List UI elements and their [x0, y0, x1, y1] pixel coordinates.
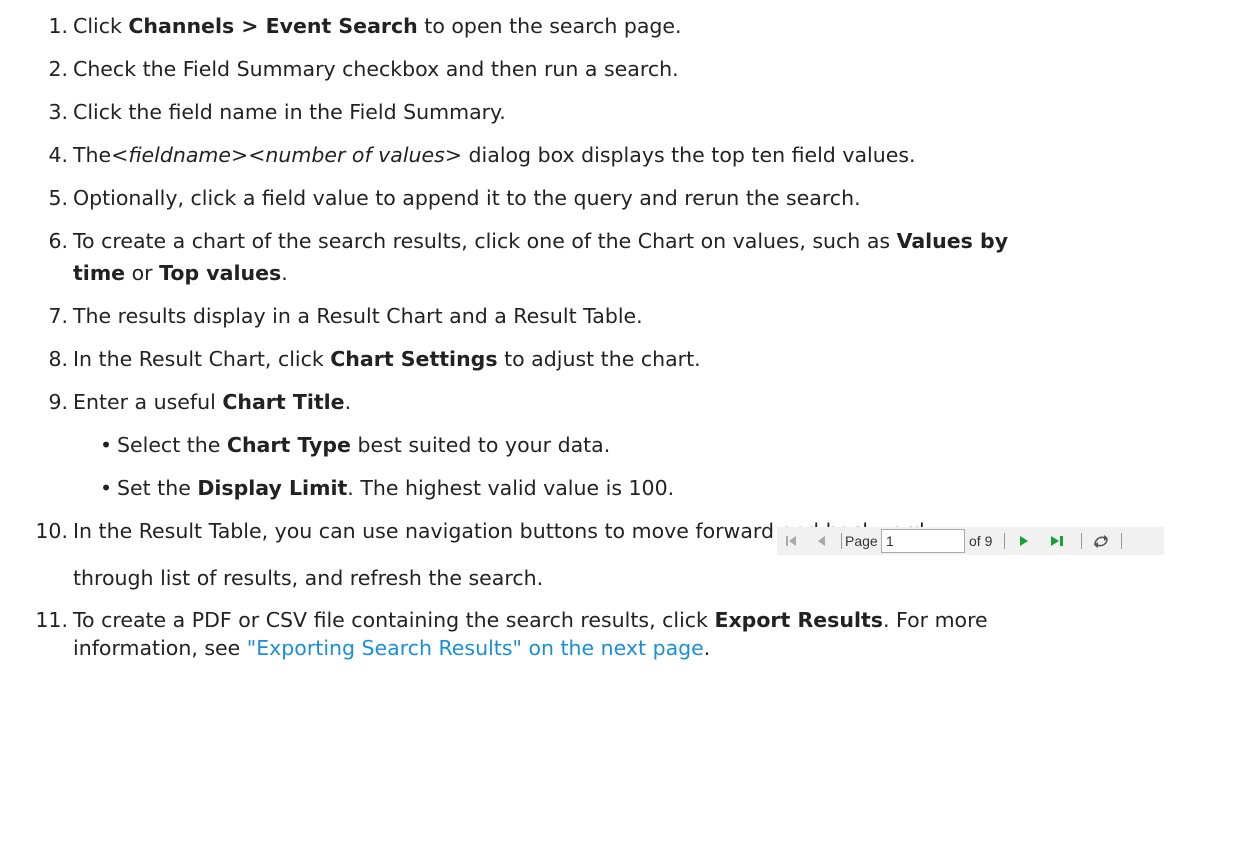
step-text: The results display in a Result Chart an…	[73, 304, 643, 328]
step-text: time or Top values.	[73, 261, 288, 285]
exporting-search-results-link[interactable]: "Exporting Search Results" on the next p…	[247, 636, 704, 660]
step-number: 2.	[48, 57, 68, 81]
bullet-text: Select the Chart Type best suited to you…	[117, 433, 611, 457]
step-text: To create a PDF or CSV file containing t…	[73, 608, 988, 632]
next-page-icon	[1020, 536, 1028, 546]
step-number: 5.	[48, 186, 68, 210]
toolbar-separator	[1081, 533, 1082, 549]
refresh-button[interactable]	[1091, 527, 1111, 564]
step-text: In the Result Chart, click Chart Setting…	[73, 347, 701, 371]
toolbar-separator	[1121, 533, 1122, 549]
next-page-button[interactable]	[1017, 527, 1031, 564]
previous-page-icon	[818, 536, 825, 546]
pager-toolbar: Page 1 of 9	[777, 527, 1164, 555]
first-page-button[interactable]	[783, 527, 799, 564]
step-number: 7.	[48, 304, 68, 328]
previous-page-button[interactable]	[815, 527, 829, 564]
step-number: 8.	[48, 347, 68, 371]
bullet-text: Set the Display Limit. The highest valid…	[117, 476, 675, 500]
page-label: Page	[845, 533, 878, 549]
step-number: 9.	[48, 390, 68, 414]
step-text: Click the field name in the Field Summar…	[73, 100, 506, 124]
step-number: 11.	[35, 608, 68, 632]
step-text: information, see "Exporting Search Resul…	[73, 636, 711, 660]
step-number: 1.	[48, 14, 68, 38]
step-number: 6.	[48, 229, 68, 253]
step-text: Optionally, click a field value to appen…	[73, 186, 861, 210]
step-text: Check the Field Summary checkbox and the…	[73, 57, 679, 81]
step-text: through list of results, and refresh the…	[73, 566, 544, 590]
of-pages-label: of 9	[969, 533, 993, 549]
refresh-icon	[1094, 535, 1108, 548]
bullet-icon: •	[100, 433, 113, 457]
step-text: To create a chart of the search results,…	[73, 229, 1009, 253]
page-number-input[interactable]: 1	[881, 529, 965, 553]
bullet-icon: •	[100, 476, 113, 500]
step-number: 3.	[48, 100, 68, 124]
step-number: 10.	[35, 519, 68, 543]
toolbar-separator	[841, 533, 842, 549]
first-page-icon	[786, 536, 796, 546]
last-page-button[interactable]	[1049, 527, 1067, 564]
step-text: The<fieldname><number of values> dialog …	[73, 143, 916, 167]
step-number: 4.	[48, 143, 68, 167]
toolbar-separator	[1004, 533, 1005, 549]
step-text: Enter a useful Chart Title.	[73, 390, 352, 414]
step-text: Click Channels > Event Search to open th…	[73, 14, 682, 38]
last-page-icon	[1051, 536, 1063, 546]
